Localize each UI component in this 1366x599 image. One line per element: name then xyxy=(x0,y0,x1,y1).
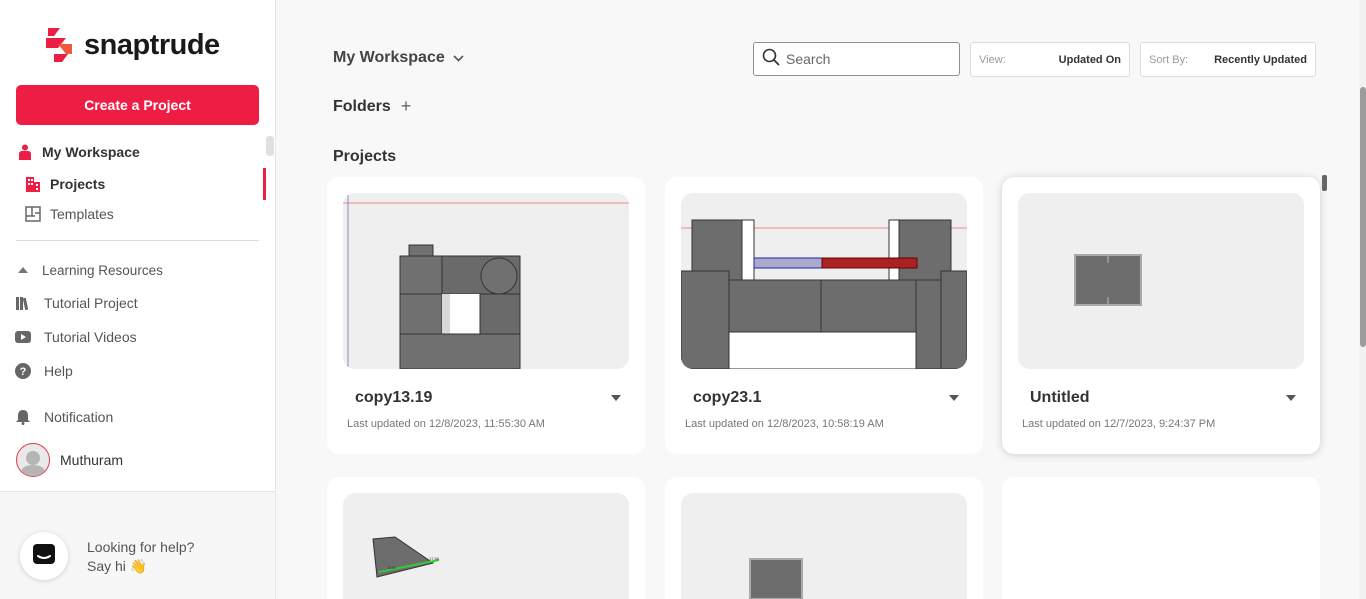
sort-filter-value: Recently Updated xyxy=(1214,53,1307,66)
page-scrollbar[interactable] xyxy=(1360,87,1366,347)
sidebar-item-tutorial-project[interactable]: Tutorial Project xyxy=(14,294,138,312)
search-input[interactable] xyxy=(786,51,946,67)
svg-text:17.50: 17.50 xyxy=(429,556,440,561)
project-thumbnail xyxy=(681,493,967,599)
create-project-button[interactable]: Create a Project xyxy=(16,85,259,125)
books-icon xyxy=(14,294,32,312)
user-profile[interactable]: Muthuram xyxy=(16,443,123,477)
project-updated: Last updated on 12/8/2023, 11:55:30 AM xyxy=(347,418,545,430)
sidebar-item-label: My Workspace xyxy=(42,144,140,160)
section-label: Learning Resources xyxy=(42,262,163,278)
project-updated: Last updated on 12/7/2023, 9:24:37 PM xyxy=(1022,418,1216,430)
logo[interactable]: snaptrude xyxy=(44,26,220,64)
svg-text:5.00: 5.00 xyxy=(388,565,397,570)
empty-card-slot xyxy=(1002,477,1320,599)
project-card[interactable]: Untitled Last updated on 12/7/2023, 9:24… xyxy=(1002,177,1320,454)
help-widget: Looking for help? Say hi 👋 xyxy=(0,491,275,599)
view-filter-key: View: xyxy=(979,53,1006,66)
svg-text:?: ? xyxy=(20,366,27,378)
sidebar-item-tutorial-videos[interactable]: Tutorial Videos xyxy=(14,328,137,346)
project-thumbnail xyxy=(343,193,629,369)
sort-filter[interactable]: Sort By: Recently Updated xyxy=(1140,42,1316,77)
chat-icon xyxy=(33,543,55,569)
sidebar-item-label: Help xyxy=(44,363,73,379)
help-line-2: Say hi 👋 xyxy=(87,558,148,574)
view-filter[interactable]: View: Updated On xyxy=(970,42,1130,77)
project-thumbnail xyxy=(681,193,967,369)
project-thumbnail xyxy=(1018,193,1304,369)
sidebar-scrollbar[interactable] xyxy=(266,136,274,156)
caret-up-icon xyxy=(14,261,32,279)
project-card[interactable]: copy13.19 Last updated on 12/8/2023, 11:… xyxy=(327,177,645,454)
sidebar-item-notification[interactable]: Notification xyxy=(14,408,113,426)
search-icon xyxy=(762,48,780,71)
chat-launcher-button[interactable] xyxy=(20,532,68,580)
sidebar: snaptrude Create a Project My Workspace … xyxy=(0,0,276,599)
workspace-title: My Workspace xyxy=(333,49,445,66)
project-name: Untitled xyxy=(1030,389,1090,406)
project-name: copy23.1 xyxy=(693,389,762,406)
sidebar-item-label: Projects xyxy=(50,176,106,192)
sidebar-item-label: Templates xyxy=(50,206,114,222)
projects-heading: Projects xyxy=(333,148,397,165)
help-line-1: Looking for help? xyxy=(87,539,195,555)
project-updated: Last updated on 12/8/2023, 10:58:19 AM xyxy=(685,418,884,430)
floorplan-icon xyxy=(24,205,42,223)
divider xyxy=(16,240,259,241)
building-icon xyxy=(24,175,42,193)
snaptrude-logo-icon xyxy=(44,26,74,64)
folders-heading: Folders xyxy=(333,97,391,115)
sidebar-item-label: Tutorial Project xyxy=(44,295,138,311)
project-card[interactable] xyxy=(665,477,983,599)
projects-scrollbar[interactable] xyxy=(1322,175,1327,191)
sort-filter-key: Sort By: xyxy=(1149,53,1189,66)
caret-down-icon[interactable] xyxy=(609,393,623,403)
sidebar-item-label: Notification xyxy=(44,409,114,425)
chevron-down-icon xyxy=(453,49,464,67)
project-card[interactable]: 5.00 17.50 xyxy=(327,477,645,599)
sidebar-item-templates[interactable]: Templates xyxy=(24,205,114,223)
project-thumbnail: 5.00 17.50 xyxy=(343,493,629,599)
logo-text: snaptrude xyxy=(84,28,220,61)
caret-down-icon[interactable] xyxy=(1284,393,1298,403)
add-folder-button[interactable]: + xyxy=(401,96,412,117)
bell-icon xyxy=(14,408,32,426)
workspace-selector[interactable]: My Workspace xyxy=(333,49,464,67)
sidebar-item-my-workspace[interactable]: My Workspace xyxy=(16,143,140,161)
project-name: copy13.19 xyxy=(355,389,433,406)
folders-section: Folders + xyxy=(333,96,411,117)
active-indicator xyxy=(263,168,266,200)
search-box[interactable] xyxy=(753,42,960,76)
avatar xyxy=(16,443,50,477)
person-icon xyxy=(16,143,34,161)
sidebar-item-projects[interactable]: Projects xyxy=(24,175,105,193)
view-filter-value: Updated On xyxy=(1058,53,1121,66)
help-circle-icon: ? xyxy=(14,362,32,380)
video-play-icon xyxy=(14,328,32,346)
sidebar-item-help[interactable]: ? Help xyxy=(14,362,73,380)
project-card[interactable]: copy23.1 Last updated on 12/8/2023, 10:5… xyxy=(665,177,983,454)
caret-down-icon[interactable] xyxy=(947,393,961,403)
help-text[interactable]: Looking for help? Say hi 👋 xyxy=(87,538,194,576)
sidebar-item-label: Tutorial Videos xyxy=(44,329,137,345)
learning-resources-toggle[interactable]: Learning Resources xyxy=(14,261,163,279)
user-name: Muthuram xyxy=(60,452,124,468)
